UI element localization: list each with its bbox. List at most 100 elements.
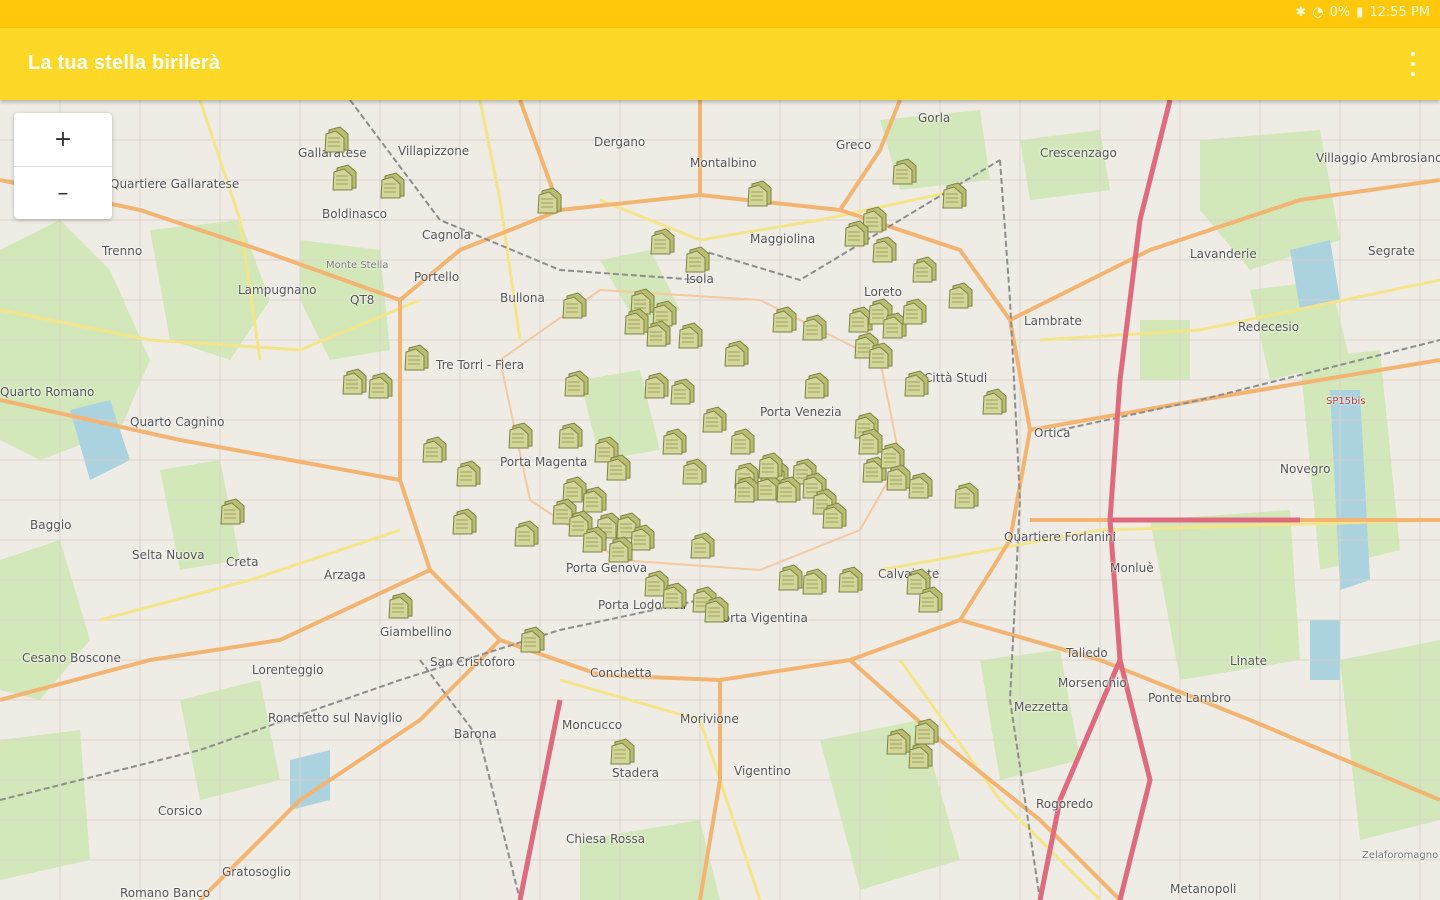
building-pin-icon[interactable] [732, 474, 762, 504]
building-pin-icon[interactable] [910, 254, 940, 284]
building-pin-icon[interactable] [722, 338, 752, 368]
building-pin-icon[interactable] [842, 218, 872, 248]
building-pin-icon[interactable] [512, 518, 542, 548]
building-pin-icon[interactable] [688, 530, 718, 560]
map-label: Taliedo [1066, 646, 1108, 660]
zoom-out-button[interactable]: – [14, 167, 112, 220]
building-pin-icon[interactable] [535, 185, 565, 215]
map-label: Ronchetto sul Naviglio [268, 711, 403, 725]
map-label: Corsico [158, 804, 203, 818]
map-label: Conchetta [590, 666, 652, 680]
building-pin-icon[interactable] [906, 470, 936, 500]
map-label: Greco [836, 138, 872, 152]
building-pin-icon[interactable] [506, 420, 536, 450]
building-pin-icon[interactable] [702, 594, 732, 624]
map-label: Cagnola [422, 228, 471, 242]
building-pin-icon[interactable] [870, 234, 900, 264]
building-pin-icon[interactable] [366, 370, 396, 400]
building-pin-icon[interactable] [866, 340, 896, 370]
building-pin-icon[interactable] [556, 420, 586, 450]
building-pin-icon[interactable] [916, 584, 946, 614]
map-label: Quarto Romano [0, 385, 95, 399]
map-label: Linate [1230, 654, 1268, 668]
building-pin-icon[interactable] [680, 456, 710, 486]
map-label: Villaggio Ambrosiano [1316, 151, 1440, 165]
building-pin-icon[interactable] [900, 296, 930, 326]
building-pin-icon[interactable] [562, 368, 592, 398]
building-pin-icon[interactable] [454, 458, 484, 488]
building-pin-icon[interactable] [774, 474, 804, 504]
map-label: Ortica [1034, 426, 1071, 440]
map-label: Metanopoli [1170, 882, 1237, 896]
map-label: Quartiere Gallaratese [110, 177, 240, 191]
map-label: Morsenchio [1058, 676, 1127, 690]
map-label: Rogoredo [1036, 797, 1094, 811]
map-label: Montalbino [690, 156, 757, 170]
building-pin-icon[interactable] [728, 426, 758, 456]
building-pin-icon[interactable] [890, 156, 920, 186]
building-pin-icon[interactable] [606, 534, 636, 564]
building-pin-icon[interactable] [980, 386, 1010, 416]
building-pin-icon[interactable] [745, 178, 775, 208]
building-pin-icon[interactable] [644, 318, 674, 348]
building-pin-icon[interactable] [518, 624, 548, 654]
map-label: Stadera [612, 766, 659, 780]
map-label: Portello [414, 270, 460, 284]
building-pin-icon[interactable] [946, 280, 976, 310]
map-label: Giambellino [380, 625, 452, 639]
building-pin-icon[interactable] [952, 480, 982, 510]
map-label: Selta Nuova [132, 548, 205, 562]
building-pin-icon[interactable] [700, 404, 730, 434]
building-pin-icon[interactable] [940, 180, 970, 210]
building-pin-icon[interactable] [420, 434, 450, 464]
map-label: Città Studi [924, 371, 988, 385]
bluetooth-icon: ✱ [1295, 5, 1307, 20]
map-label: Romano Banco [120, 886, 211, 900]
status-indicators: ✱ ◔ 0% ▮ 12:55 PM [1295, 5, 1430, 20]
map-label: Maggiolina [750, 232, 816, 246]
building-pin-icon[interactable] [322, 124, 352, 154]
map-label: Porta Venezia [760, 405, 842, 419]
building-pin-icon[interactable] [218, 496, 248, 526]
clock: 12:55 PM [1369, 5, 1430, 20]
building-pin-icon[interactable] [820, 500, 850, 530]
map-label: Tre Torri - Fiera [436, 358, 525, 372]
building-pin-icon[interactable] [660, 580, 690, 610]
building-pin-icon[interactable] [770, 304, 800, 334]
building-pin-icon[interactable] [386, 590, 416, 620]
building-pin-icon[interactable] [912, 716, 942, 746]
zoom-in-button[interactable]: + [14, 113, 112, 166]
building-pin-icon[interactable] [450, 506, 480, 536]
map-view[interactable]: Gallaratese Villapizzone Dergano Montalb… [0, 100, 1440, 900]
building-pin-icon[interactable] [604, 452, 634, 482]
building-pin-icon[interactable] [800, 566, 830, 596]
building-pin-icon[interactable] [378, 170, 408, 200]
building-pin-icon[interactable] [660, 426, 690, 456]
building-pin-icon[interactable] [648, 226, 678, 256]
map-label: Barona [454, 727, 497, 741]
map-label: Lavanderie [1190, 247, 1257, 261]
building-pin-icon[interactable] [836, 564, 866, 594]
building-pin-icon[interactable] [608, 736, 638, 766]
building-pin-icon[interactable] [683, 244, 713, 274]
building-pin-icon[interactable] [330, 162, 360, 192]
more-vert-icon[interactable] [1406, 50, 1420, 78]
building-pin-icon[interactable] [668, 376, 698, 406]
map-label: QT8 [350, 293, 375, 307]
map-label: Baggio [30, 518, 72, 532]
map-label: Monluè [1110, 561, 1154, 575]
building-pin-icon[interactable] [902, 368, 932, 398]
building-pin-icon[interactable] [560, 290, 590, 320]
map-label: Trenno [102, 244, 143, 258]
building-pin-icon[interactable] [800, 312, 830, 342]
map-base [0, 100, 1440, 900]
building-pin-icon[interactable] [676, 320, 706, 350]
map-label: Quarto Cagnino [130, 415, 225, 429]
map-label: Lorenteggio [252, 663, 324, 677]
building-pin-icon[interactable] [802, 370, 832, 400]
map-label: Crescenzago [1040, 146, 1117, 160]
wifi-icon: ◔ [1312, 5, 1324, 20]
app-bar: La tua stella birilerà [0, 28, 1440, 100]
map-label: Segrate [1368, 244, 1415, 258]
building-pin-icon[interactable] [402, 342, 432, 372]
